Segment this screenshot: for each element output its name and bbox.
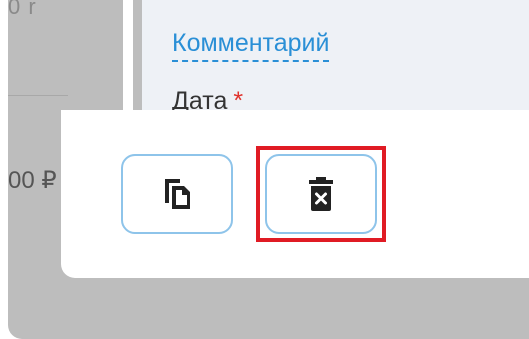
copy-button[interactable] bbox=[121, 154, 233, 234]
comment-link[interactable]: Комментарий bbox=[172, 26, 330, 62]
date-label-text: Дата bbox=[172, 88, 228, 110]
panel-edge bbox=[123, 0, 133, 110]
selection-highlight bbox=[256, 146, 386, 242]
background-text: 0 r bbox=[8, 0, 37, 16]
form-area: Комментарий Дата * bbox=[142, 0, 529, 110]
date-label: Дата * bbox=[172, 88, 243, 110]
background-price: 00 ₽ bbox=[8, 167, 57, 194]
required-marker: * bbox=[233, 88, 244, 110]
background-divider bbox=[8, 95, 68, 96]
copy-icon bbox=[165, 179, 190, 209]
